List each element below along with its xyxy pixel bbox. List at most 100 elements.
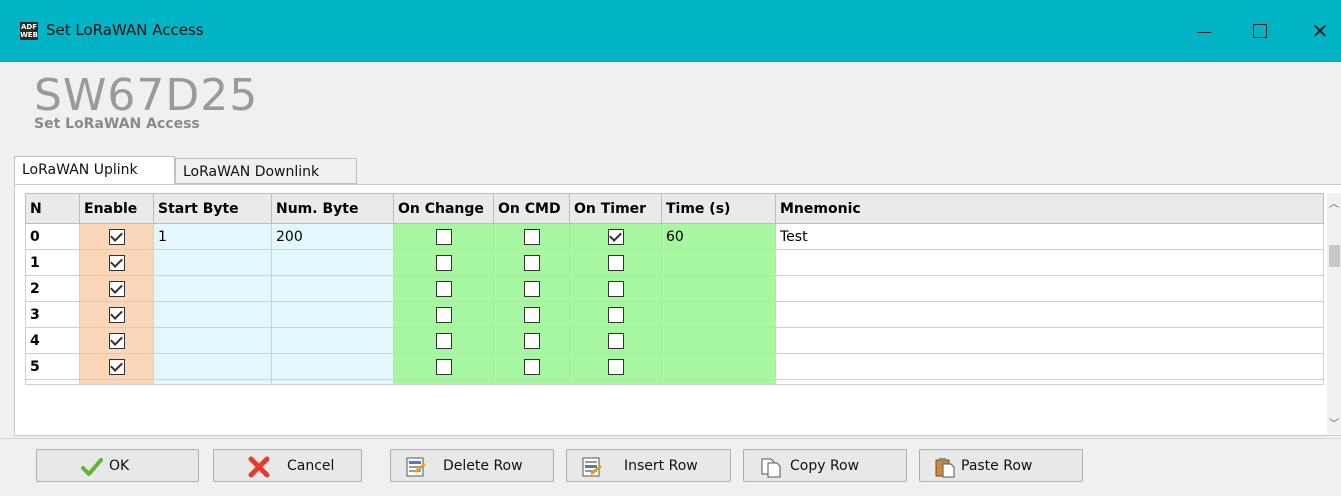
col-header-num-byte[interactable]: Num. Byte [271,193,394,224]
col-header-on-cmd[interactable]: On CMD [493,193,570,224]
insert-row-button[interactable]: Insert Row [566,449,731,482]
copy-row-button[interactable]: Copy Row [743,449,907,482]
on-change-cell[interactable] [393,275,494,302]
col-header-on-change[interactable]: On Change [393,193,494,224]
on-cmd-cell[interactable] [493,223,570,250]
on-change-cell[interactable] [393,327,494,354]
num-byte-cell[interactable] [271,275,394,302]
col-header-on-timer[interactable]: On Timer [569,193,662,224]
on-cmd-cell[interactable] [493,275,570,302]
enable-cell[interactable] [79,249,154,276]
on-timer-cell[interactable] [569,223,662,250]
on-timer-cell[interactable] [569,249,662,276]
scroll-up-icon[interactable]: ︿ [1329,195,1339,210]
cancel-button[interactable]: Cancel [213,449,362,482]
tab-lorawan-uplink[interactable]: LoRaWAN Uplink [14,156,175,184]
ok-button[interactable]: OK [36,449,199,482]
time-cell[interactable] [661,275,776,302]
on-timer-cell[interactable] [569,301,662,328]
on-cmd-checkbox[interactable] [523,332,540,349]
on-cmd-cell[interactable] [493,301,570,328]
start-byte-cell[interactable] [153,353,272,380]
on-change-cell[interactable] [393,353,494,380]
table-row[interactable]: 3 [25,301,1324,328]
table-row[interactable]: 0 1 200 60 Test [25,223,1324,250]
enable-checkbox[interactable] [108,306,125,323]
mnemonic-cell[interactable]: Test [775,223,1324,250]
start-byte-cell[interactable]: 1 [153,223,272,250]
scrollbar-thumb[interactable] [1329,245,1340,267]
on-timer-cell[interactable] [569,275,662,302]
on-cmd-cell[interactable] [493,327,570,354]
on-change-cell[interactable] [393,249,494,276]
on-change-checkbox[interactable] [435,332,452,349]
mnemonic-cell[interactable] [775,327,1324,354]
num-byte-cell[interactable]: 200 [271,223,394,250]
on-timer-checkbox[interactable] [607,280,624,297]
on-change-cell[interactable] [393,223,494,250]
on-cmd-cell[interactable] [493,249,570,276]
on-timer-checkbox[interactable] [607,358,624,375]
on-change-checkbox[interactable] [435,280,452,297]
col-header-mnemonic[interactable]: Mnemonic [775,193,1324,224]
minimize-button[interactable] [1180,10,1226,52]
col-header-n[interactable]: N [25,193,80,224]
on-change-checkbox[interactable] [435,254,452,271]
paste-row-button[interactable]: Paste Row [919,449,1083,482]
num-byte-cell[interactable] [271,327,394,354]
enable-checkbox[interactable] [108,254,125,271]
col-header-time[interactable]: Time (s) [661,193,776,224]
delete-row-button[interactable]: Delete Row [390,449,554,482]
mnemonic-cell[interactable] [775,249,1324,276]
enable-checkbox[interactable] [108,280,125,297]
tab-lorawan-downlink[interactable]: LoRaWAN Downlink [175,158,357,184]
on-change-cell[interactable] [393,301,494,328]
vertical-scrollbar[interactable]: ︿ ﹀ [1327,193,1341,434]
on-timer-checkbox[interactable] [607,332,624,349]
num-byte-cell[interactable] [271,353,394,380]
num-byte-cell[interactable] [271,249,394,276]
table-row[interactable]: 5 [25,353,1324,380]
on-cmd-checkbox[interactable] [523,254,540,271]
time-cell[interactable] [661,353,776,380]
on-cmd-cell[interactable] [493,353,570,380]
close-button[interactable]: ✕ [1297,10,1341,52]
on-cmd-checkbox[interactable] [523,228,540,245]
time-cell[interactable] [661,327,776,354]
time-cell[interactable]: 60 [661,223,776,250]
maximize-button[interactable] [1236,10,1282,52]
start-byte-cell[interactable] [153,301,272,328]
enable-cell[interactable] [79,327,154,354]
table-row[interactable]: 1 [25,249,1324,276]
start-byte-cell[interactable] [153,327,272,354]
time-cell[interactable] [661,249,776,276]
col-header-enable[interactable]: Enable [79,193,154,224]
time-cell[interactable] [661,301,776,328]
on-cmd-checkbox[interactable] [523,306,540,323]
enable-cell[interactable] [79,301,154,328]
mnemonic-cell[interactable] [775,275,1324,302]
on-change-checkbox[interactable] [435,306,452,323]
enable-cell[interactable] [79,223,154,250]
on-timer-checkbox[interactable] [607,306,624,323]
on-change-checkbox[interactable] [435,358,452,375]
num-byte-cell[interactable] [271,301,394,328]
table-row[interactable]: 4 [25,327,1324,354]
on-timer-checkbox[interactable] [607,254,624,271]
enable-checkbox[interactable] [108,358,125,375]
on-timer-cell[interactable] [569,353,662,380]
mnemonic-cell[interactable] [775,301,1324,328]
enable-cell[interactable] [79,353,154,380]
enable-checkbox[interactable] [108,228,125,245]
on-cmd-checkbox[interactable] [523,280,540,297]
enable-checkbox[interactable] [108,332,125,349]
on-cmd-checkbox[interactable] [523,358,540,375]
col-header-start-byte[interactable]: Start Byte [153,193,272,224]
enable-cell[interactable] [79,275,154,302]
scroll-down-icon[interactable]: ﹀ [1329,415,1339,430]
table-row[interactable]: 2 [25,275,1324,302]
mnemonic-cell[interactable] [775,353,1324,380]
on-change-checkbox[interactable] [435,228,452,245]
on-timer-checkbox[interactable] [607,228,624,245]
on-timer-cell[interactable] [569,327,662,354]
